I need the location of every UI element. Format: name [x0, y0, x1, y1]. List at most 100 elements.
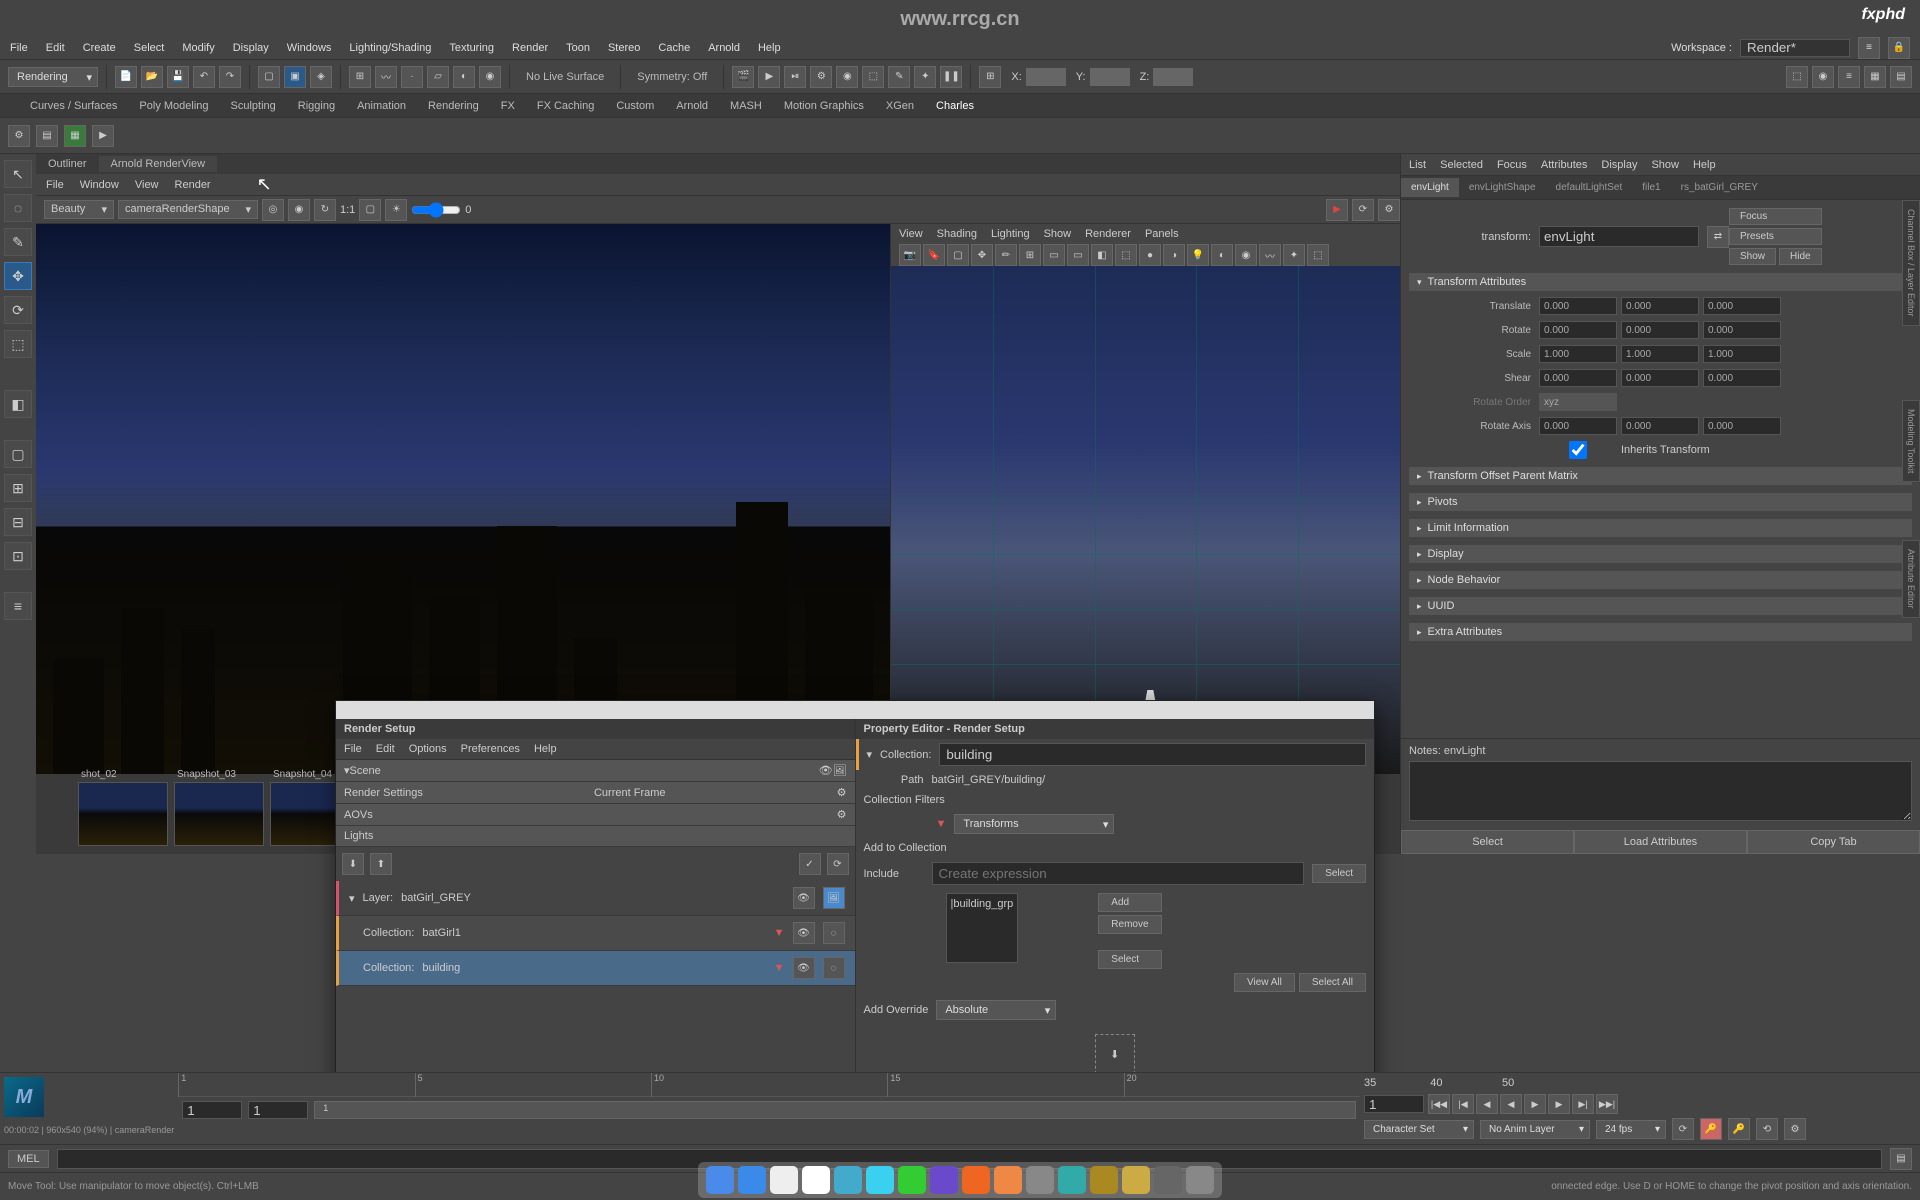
- rotate-y[interactable]: [1621, 321, 1699, 339]
- dock-finder-icon[interactable]: [706, 1166, 734, 1194]
- rs-file[interactable]: File: [344, 743, 362, 755]
- aov-dropdown[interactable]: Beauty▾: [44, 200, 114, 219]
- pe-col-input[interactable]: [939, 743, 1366, 766]
- script-editor-icon[interactable]: ▤: [1890, 1148, 1912, 1170]
- ae-tab-file1[interactable]: file1: [1632, 178, 1670, 197]
- col-vis-icon[interactable]: 👁: [793, 957, 815, 979]
- prefs-icon[interactable]: ⚙: [1784, 1118, 1806, 1140]
- menu-windows[interactable]: Windows: [287, 42, 332, 54]
- shelf-play-icon[interactable]: ▶: [92, 125, 114, 147]
- menu-file[interactable]: File: [10, 42, 28, 54]
- rv-scale[interactable]: 1:1: [340, 204, 355, 216]
- hide-button[interactable]: Hide: [1779, 248, 1822, 265]
- range-start-input[interactable]: [182, 1101, 242, 1119]
- render-view[interactable]: [36, 224, 890, 774]
- vp-bookmark-icon[interactable]: 🔖: [923, 244, 945, 266]
- key-icon[interactable]: 🔑: [1728, 1118, 1750, 1140]
- dock-app-icon[interactable]: [834, 1166, 862, 1194]
- gear-icon[interactable]: ⚙: [837, 808, 847, 821]
- snap-surface-icon[interactable]: ◐: [453, 66, 475, 88]
- rs-scene-header[interactable]: ▾ Scene 👁 🖼: [336, 760, 855, 782]
- vp-select-cam-icon[interactable]: 📷: [899, 244, 921, 266]
- menu-display[interactable]: Display: [233, 42, 269, 54]
- select-tool[interactable]: ↖: [4, 160, 32, 188]
- camera-dropdown[interactable]: cameraRenderShape▾: [118, 200, 258, 219]
- step-fwd-key-icon[interactable]: ▶|: [1572, 1094, 1594, 1114]
- last-tool[interactable]: ◧: [4, 390, 32, 418]
- tab-arnold-renderview[interactable]: Arnold RenderView: [99, 156, 218, 172]
- rotaxis-z[interactable]: [1703, 417, 1781, 435]
- snap-curve-icon[interactable]: 〰: [375, 66, 397, 88]
- ae-copy-button[interactable]: Copy Tab: [1747, 830, 1920, 854]
- render-frame-icon[interactable]: 🎬: [732, 66, 754, 88]
- side-tab-channelbox[interactable]: Channel Box / Layer Editor: [1902, 200, 1920, 326]
- layer-vis-icon[interactable]: 👁: [793, 887, 815, 909]
- ae-selected[interactable]: Selected: [1440, 159, 1483, 171]
- lock-icon[interactable]: 🔒: [1888, 37, 1910, 59]
- range-in-input[interactable]: [248, 1101, 308, 1119]
- rv-isolate-icon[interactable]: ↻: [314, 199, 336, 221]
- rs-aovs[interactable]: AOVs⚙: [336, 804, 855, 826]
- redo-icon[interactable]: ↷: [219, 66, 241, 88]
- scale-x[interactable]: [1539, 345, 1617, 363]
- rotorder-dropdown[interactable]: [1539, 393, 1617, 411]
- show-button[interactable]: Show: [1729, 248, 1776, 265]
- section-uuid[interactable]: UUID: [1409, 597, 1912, 615]
- section-offset[interactable]: Transform Offset Parent Matrix: [1409, 467, 1912, 485]
- rv-crop-icon[interactable]: ◉: [288, 199, 310, 221]
- pe-select-button[interactable]: Select: [1312, 864, 1366, 883]
- vp-res-gate-icon[interactable]: ▭: [1067, 244, 1089, 266]
- section-node[interactable]: Node Behavior: [1409, 571, 1912, 589]
- time-slider[interactable]: 1 5 10 15 20: [178, 1073, 1360, 1097]
- rv-exposure-icon[interactable]: ☀: [385, 199, 407, 221]
- rs-render-settings[interactable]: Render Settings Current Frame ⚙: [336, 782, 855, 804]
- new-scene-icon[interactable]: 📄: [115, 66, 137, 88]
- shelf-charles[interactable]: Charles: [936, 100, 974, 112]
- pe-remove-button[interactable]: Remove: [1098, 915, 1161, 934]
- snap-live-icon[interactable]: ◉: [479, 66, 501, 88]
- vp-motion-icon[interactable]: 〰: [1259, 244, 1281, 266]
- ae-show[interactable]: Show: [1651, 159, 1679, 171]
- section-extra[interactable]: Extra Attributes: [1409, 623, 1912, 641]
- charset-dropdown[interactable]: Character Set: [1364, 1120, 1474, 1139]
- rs-refresh-icon[interactable]: ⟳: [827, 853, 849, 875]
- side-tab-modeling[interactable]: Modeling Toolkit: [1902, 400, 1920, 482]
- vp-gate-mask-icon[interactable]: ◧: [1091, 244, 1113, 266]
- pe-include-input[interactable]: [932, 862, 1305, 885]
- rs-export-icon[interactable]: ⬆: [370, 853, 392, 875]
- open-scene-icon[interactable]: 📂: [141, 66, 163, 88]
- rs-options[interactable]: Options: [409, 743, 447, 755]
- play-fwd-icon[interactable]: ▶: [1524, 1094, 1546, 1114]
- vp-lighting[interactable]: Lighting: [991, 228, 1030, 240]
- menu-render[interactable]: Render: [512, 42, 548, 54]
- presets-button[interactable]: Presets: [1729, 228, 1822, 245]
- snap-point-icon[interactable]: ·: [401, 66, 423, 88]
- rv-exposure-slider[interactable]: [411, 202, 461, 218]
- current-frame-input[interactable]: [1364, 1095, 1424, 1113]
- ae-tab-envlight[interactable]: envLight: [1401, 178, 1459, 197]
- rs-help[interactable]: Help: [534, 743, 557, 755]
- goto-end-icon[interactable]: ▶▶|: [1596, 1094, 1618, 1114]
- dock-safari-icon[interactable]: [738, 1166, 766, 1194]
- vp-image-plane-icon[interactable]: ▢: [947, 244, 969, 266]
- graph-editor-icon[interactable]: ≡: [1838, 66, 1860, 88]
- menuset-dropdown[interactable]: Rendering: [8, 67, 98, 87]
- symmetry-dropdown[interactable]: Symmetry: Off: [629, 71, 715, 83]
- col-isolate-icon[interactable]: ◌: [823, 957, 845, 979]
- vp-renderer[interactable]: Renderer: [1085, 228, 1131, 240]
- layout-persp-icon[interactable]: ⊟: [4, 508, 32, 536]
- rs-edit[interactable]: Edit: [376, 743, 395, 755]
- menu-modify[interactable]: Modify: [182, 42, 214, 54]
- rv-view[interactable]: View: [135, 179, 159, 191]
- pe-add-button[interactable]: Add: [1098, 893, 1161, 912]
- scale-tool[interactable]: ⬚: [4, 330, 32, 358]
- save-icon[interactable]: 💾: [167, 66, 189, 88]
- vp-wireframe-icon[interactable]: ⬚: [1115, 244, 1137, 266]
- sel-comp-icon[interactable]: ▣: [284, 66, 306, 88]
- shelf-fxcache[interactable]: FX Caching: [537, 100, 594, 112]
- rs-import-icon[interactable]: ⬇: [342, 853, 364, 875]
- ae-tab-defaultlight[interactable]: defaultLightSet: [1546, 178, 1633, 197]
- dock-maya-icon[interactable]: [1058, 1166, 1086, 1194]
- filter-icon[interactable]: ▼: [774, 927, 785, 939]
- menu-texturing[interactable]: Texturing: [449, 42, 494, 54]
